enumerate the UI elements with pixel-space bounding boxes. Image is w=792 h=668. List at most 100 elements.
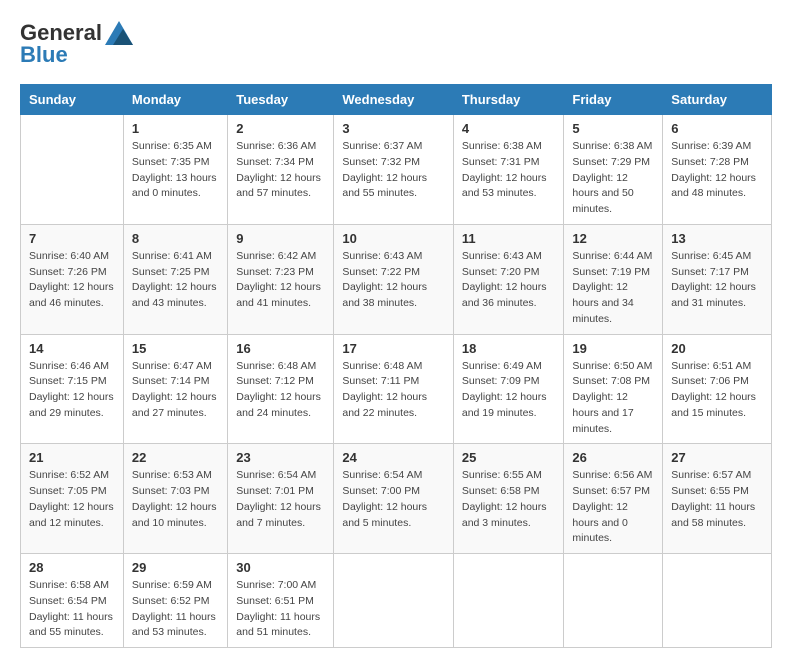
day-info: Sunrise: 6:38 AMSunset: 7:31 PMDaylight:…	[462, 139, 556, 202]
calendar-week-1: 1 Sunrise: 6:35 AMSunset: 7:35 PMDaylight…	[21, 115, 772, 225]
calendar-cell: 13 Sunrise: 6:45 AMSunset: 7:17 PMDayligh…	[663, 224, 772, 334]
day-number: 3	[342, 121, 445, 136]
calendar-week-3: 14 Sunrise: 6:46 AMSunset: 7:15 PMDayligh…	[21, 334, 772, 444]
calendar-cell: 7Sunrise: 6:40 AMSunset: 7:26 PMDaylight…	[21, 224, 124, 334]
logo: General Blue	[20, 20, 133, 68]
day-number: 21	[29, 450, 115, 465]
day-info: Sunrise: 6:39 AMSunset: 7:28 PMDaylight:…	[671, 139, 763, 202]
day-number: 13	[671, 231, 763, 246]
day-info: Sunrise: 6:53 AMSunset: 7:03 PMDaylight:…	[132, 468, 219, 531]
day-info: Sunrise: 6:36 AMSunset: 7:34 PMDaylight:…	[236, 139, 325, 202]
day-info: Sunrise: 6:50 AMSunset: 7:08 PMDaylight:…	[572, 359, 654, 438]
calendar-cell: 27 Sunrise: 6:57 AMSunset: 6:55 PMDayligh…	[663, 444, 772, 554]
col-header-monday: Monday	[123, 85, 227, 115]
calendar-cell	[564, 554, 663, 648]
day-info: Sunrise: 6:56 AMSunset: 6:57 PMDaylight:…	[572, 468, 654, 547]
calendar-cell: 19 Sunrise: 6:50 AMSunset: 7:08 PMDayligh…	[564, 334, 663, 444]
day-info: Sunrise: 6:43 AMSunset: 7:20 PMDaylight:…	[462, 249, 556, 312]
calendar-cell: 5 Sunrise: 6:38 AMSunset: 7:29 PMDaylight…	[564, 115, 663, 225]
day-number: 24	[342, 450, 445, 465]
calendar-cell: 1 Sunrise: 6:35 AMSunset: 7:35 PMDaylight…	[123, 115, 227, 225]
col-header-wednesday: Wednesday	[334, 85, 454, 115]
day-number: 2	[236, 121, 325, 136]
calendar-week-5: 28Sunrise: 6:58 AMSunset: 6:54 PMDayligh…	[21, 554, 772, 648]
calendar-cell: 14 Sunrise: 6:46 AMSunset: 7:15 PMDayligh…	[21, 334, 124, 444]
calendar-week-4: 21 Sunrise: 6:52 AMSunset: 7:05 PMDayligh…	[21, 444, 772, 554]
calendar-cell	[21, 115, 124, 225]
calendar-cell: 11 Sunrise: 6:43 AMSunset: 7:20 PMDayligh…	[453, 224, 564, 334]
day-info: Sunrise: 6:59 AMSunset: 6:52 PMDaylight:…	[132, 578, 219, 641]
day-info: Sunrise: 6:45 AMSunset: 7:17 PMDaylight:…	[671, 249, 763, 312]
calendar-cell: 2 Sunrise: 6:36 AMSunset: 7:34 PMDaylight…	[228, 115, 334, 225]
calendar-week-2: 7Sunrise: 6:40 AMSunset: 7:26 PMDaylight…	[21, 224, 772, 334]
calendar-table: SundayMondayTuesdayWednesdayThursdayFrid…	[20, 84, 772, 648]
day-number: 14	[29, 341, 115, 356]
day-info: Sunrise: 6:38 AMSunset: 7:29 PMDaylight:…	[572, 139, 654, 218]
day-number: 18	[462, 341, 556, 356]
day-number: 25	[462, 450, 556, 465]
calendar-cell: 8 Sunrise: 6:41 AMSunset: 7:25 PMDaylight…	[123, 224, 227, 334]
page-header: General Blue	[20, 20, 772, 68]
day-number: 23	[236, 450, 325, 465]
col-header-thursday: Thursday	[453, 85, 564, 115]
day-number: 29	[132, 560, 219, 575]
day-number: 1	[132, 121, 219, 136]
day-number: 8	[132, 231, 219, 246]
day-info: Sunrise: 6:48 AMSunset: 7:11 PMDaylight:…	[342, 359, 445, 422]
calendar-cell: 6 Sunrise: 6:39 AMSunset: 7:28 PMDaylight…	[663, 115, 772, 225]
day-number: 10	[342, 231, 445, 246]
day-number: 26	[572, 450, 654, 465]
day-info: Sunrise: 6:52 AMSunset: 7:05 PMDaylight:…	[29, 468, 115, 531]
day-number: 7	[29, 231, 115, 246]
day-number: 16	[236, 341, 325, 356]
day-info: Sunrise: 6:43 AMSunset: 7:22 PMDaylight:…	[342, 249, 445, 312]
day-number: 17	[342, 341, 445, 356]
day-info: Sunrise: 6:42 AMSunset: 7:23 PMDaylight:…	[236, 249, 325, 312]
day-info: Sunrise: 6:58 AMSunset: 6:54 PMDaylight:…	[29, 578, 115, 641]
day-info: Sunrise: 6:46 AMSunset: 7:15 PMDaylight:…	[29, 359, 115, 422]
calendar-cell: 17 Sunrise: 6:48 AMSunset: 7:11 PMDayligh…	[334, 334, 454, 444]
day-info: Sunrise: 6:49 AMSunset: 7:09 PMDaylight:…	[462, 359, 556, 422]
day-info: Sunrise: 6:44 AMSunset: 7:19 PMDaylight:…	[572, 249, 654, 328]
calendar-cell: 4 Sunrise: 6:38 AMSunset: 7:31 PMDaylight…	[453, 115, 564, 225]
logo-icon	[105, 21, 133, 45]
day-number: 11	[462, 231, 556, 246]
calendar-cell: 10 Sunrise: 6:43 AMSunset: 7:22 PMDayligh…	[334, 224, 454, 334]
day-info: Sunrise: 6:37 AMSunset: 7:32 PMDaylight:…	[342, 139, 445, 202]
day-number: 6	[671, 121, 763, 136]
day-info: Sunrise: 6:57 AMSunset: 6:55 PMDaylight:…	[671, 468, 763, 531]
calendar-cell: 29 Sunrise: 6:59 AMSunset: 6:52 PMDayligh…	[123, 554, 227, 648]
calendar-cell: 20Sunrise: 6:51 AMSunset: 7:06 PMDayligh…	[663, 334, 772, 444]
calendar-cell: 28Sunrise: 6:58 AMSunset: 6:54 PMDayligh…	[21, 554, 124, 648]
day-number: 15	[132, 341, 219, 356]
calendar-cell: 21 Sunrise: 6:52 AMSunset: 7:05 PMDayligh…	[21, 444, 124, 554]
col-header-friday: Friday	[564, 85, 663, 115]
calendar-cell: 9 Sunrise: 6:42 AMSunset: 7:23 PMDaylight…	[228, 224, 334, 334]
day-info: Sunrise: 6:35 AMSunset: 7:35 PMDaylight:…	[132, 139, 219, 202]
calendar-cell: 22 Sunrise: 6:53 AMSunset: 7:03 PMDayligh…	[123, 444, 227, 554]
day-info: Sunrise: 6:54 AMSunset: 7:00 PMDaylight:…	[342, 468, 445, 531]
day-info: Sunrise: 7:00 AMSunset: 6:51 PMDaylight:…	[236, 578, 325, 641]
col-header-sunday: Sunday	[21, 85, 124, 115]
col-header-saturday: Saturday	[663, 85, 772, 115]
calendar-header-row: SundayMondayTuesdayWednesdayThursdayFrid…	[21, 85, 772, 115]
calendar-cell: 26 Sunrise: 6:56 AMSunset: 6:57 PMDayligh…	[564, 444, 663, 554]
col-header-tuesday: Tuesday	[228, 85, 334, 115]
day-number: 27	[671, 450, 763, 465]
calendar-cell: 15Sunrise: 6:47 AMSunset: 7:14 PMDayligh…	[123, 334, 227, 444]
calendar-cell: 3 Sunrise: 6:37 AMSunset: 7:32 PMDaylight…	[334, 115, 454, 225]
calendar-cell: 23 Sunrise: 6:54 AMSunset: 7:01 PMDayligh…	[228, 444, 334, 554]
calendar-cell: 24 Sunrise: 6:54 AMSunset: 7:00 PMDayligh…	[334, 444, 454, 554]
day-info: Sunrise: 6:54 AMSunset: 7:01 PMDaylight:…	[236, 468, 325, 531]
calendar-cell: 16Sunrise: 6:48 AMSunset: 7:12 PMDayligh…	[228, 334, 334, 444]
calendar-cell: 30 Sunrise: 7:00 AMSunset: 6:51 PMDayligh…	[228, 554, 334, 648]
day-number: 19	[572, 341, 654, 356]
calendar-cell: 18 Sunrise: 6:49 AMSunset: 7:09 PMDayligh…	[453, 334, 564, 444]
day-number: 5	[572, 121, 654, 136]
day-number: 30	[236, 560, 325, 575]
day-info: Sunrise: 6:41 AMSunset: 7:25 PMDaylight:…	[132, 249, 219, 312]
day-number: 4	[462, 121, 556, 136]
day-number: 9	[236, 231, 325, 246]
day-info: Sunrise: 6:55 AMSunset: 6:58 PMDaylight:…	[462, 468, 556, 531]
day-number: 22	[132, 450, 219, 465]
